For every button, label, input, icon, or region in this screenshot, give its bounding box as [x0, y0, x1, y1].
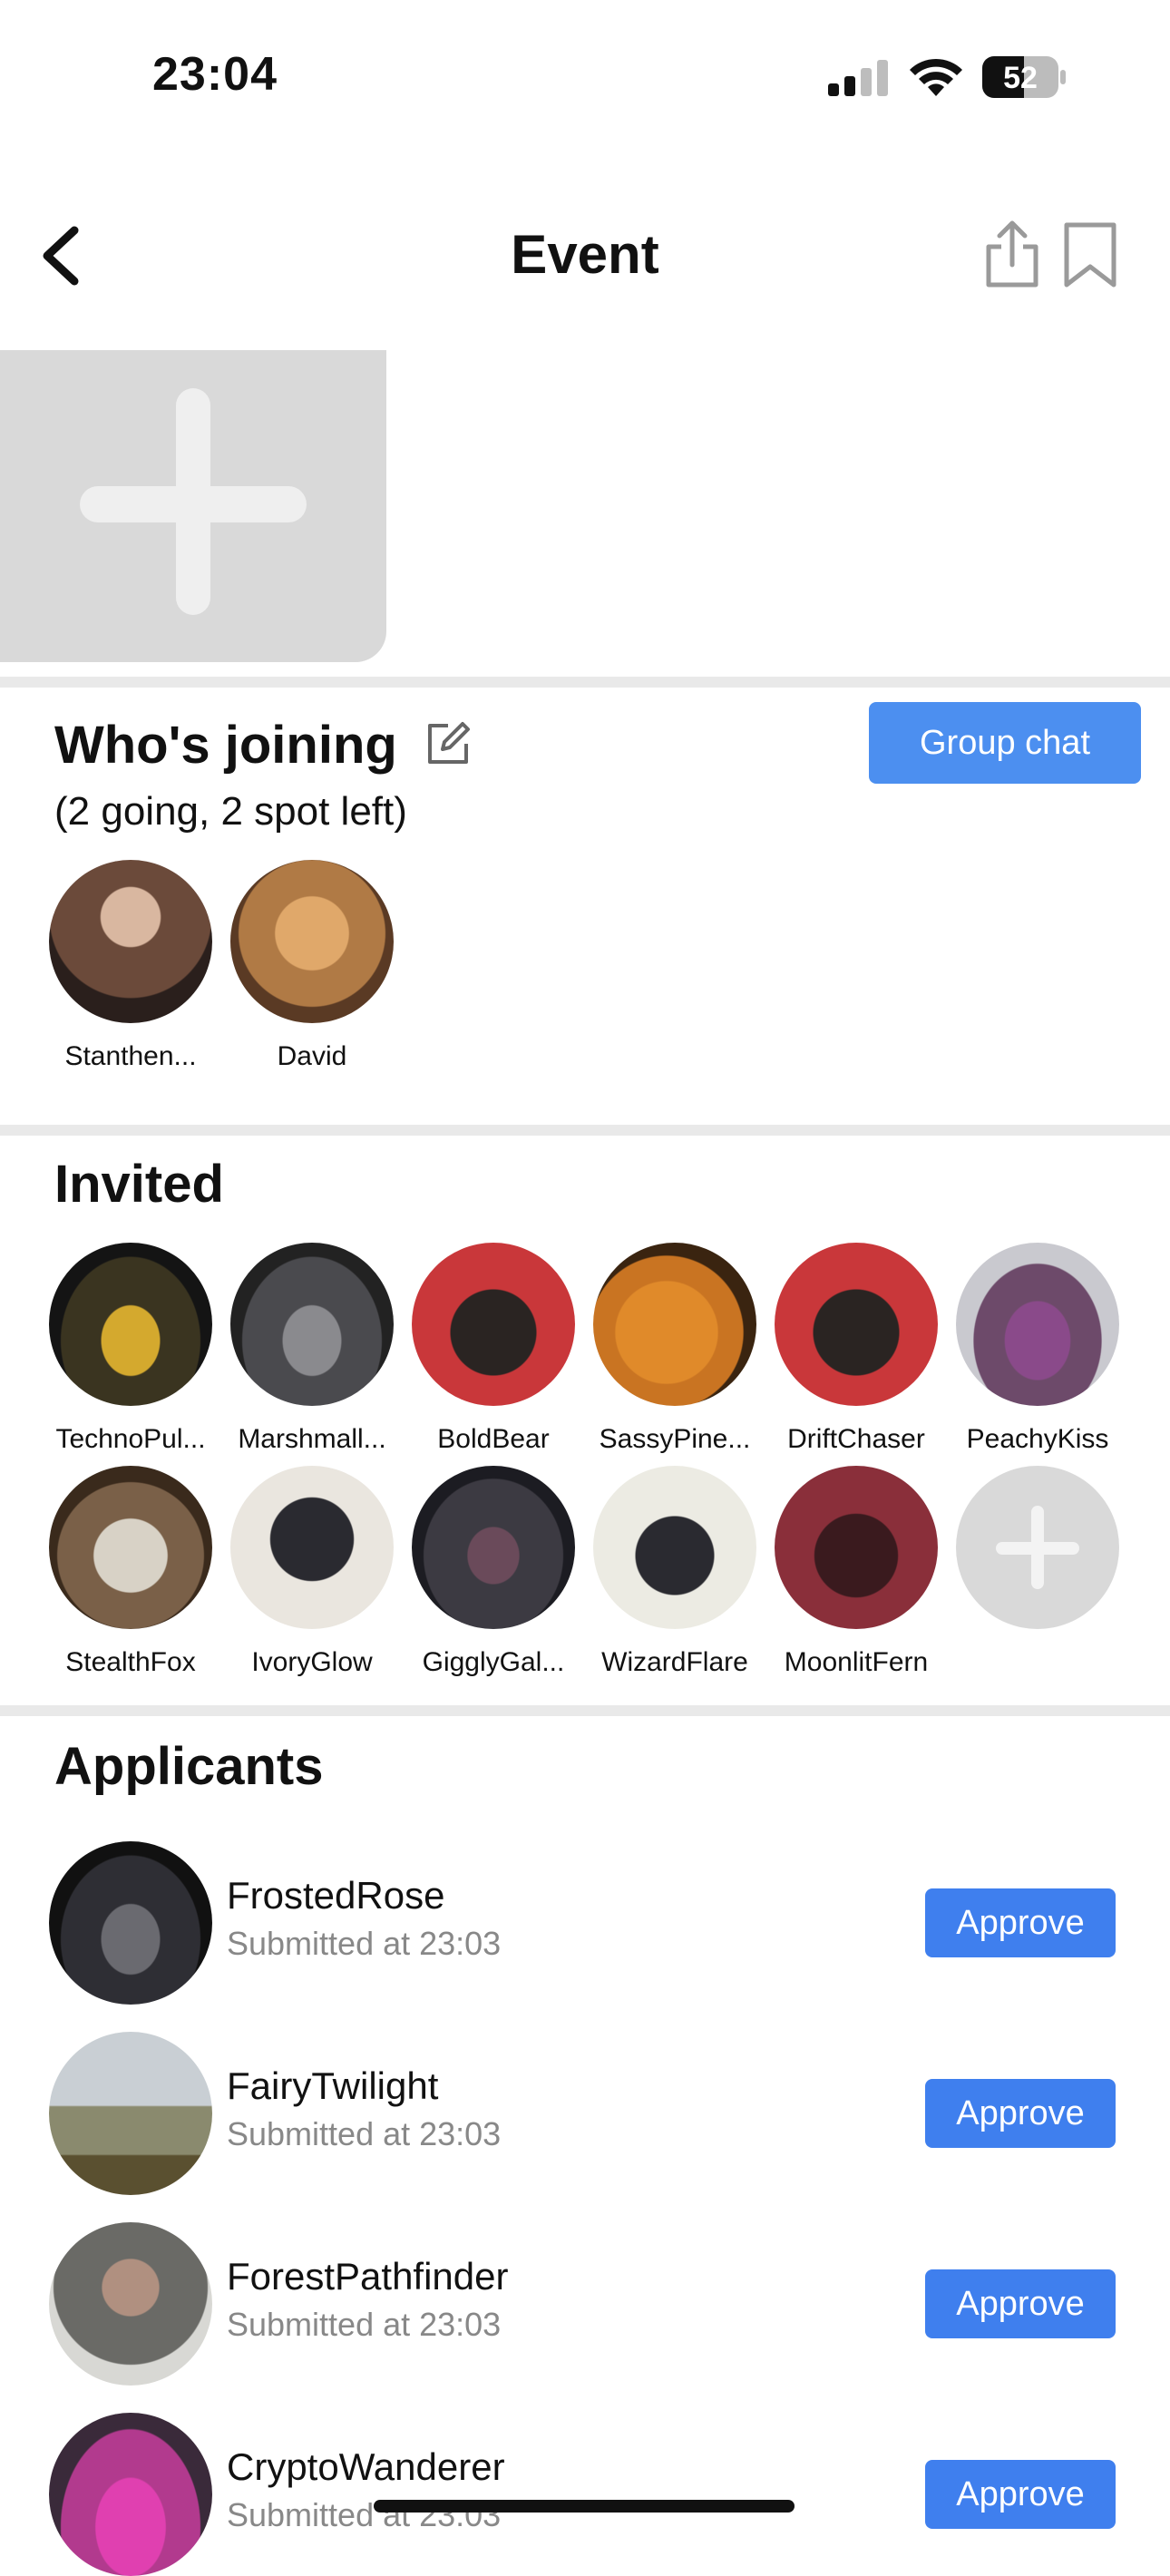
approve-button[interactable]: Approve [925, 2079, 1116, 2148]
applicant-name: CryptoWanderer [227, 2445, 505, 2488]
group-chat-button[interactable]: Group chat [869, 702, 1141, 784]
whos-joining-title: Who's joining [54, 716, 397, 775]
avatar[interactable] [412, 1243, 575, 1406]
cellular-signal-icon [828, 60, 888, 96]
invitee-name: StealthFox [65, 1647, 196, 1677]
status-time: 23:04 [152, 48, 278, 101]
approve-button[interactable]: Approve [925, 1888, 1116, 1957]
section-divider [0, 1125, 1170, 1136]
section-divider [0, 1705, 1170, 1716]
battery-level: 52 [1003, 61, 1038, 95]
applicant-name: FrostedRose [227, 1874, 445, 1917]
avatar[interactable] [49, 1243, 212, 1406]
add-photo-button[interactable] [0, 350, 386, 662]
going-count: (2 going, 2 spot left) [54, 789, 407, 834]
avatar[interactable] [775, 1466, 938, 1629]
submitted-time: Submitted at 23:03 [227, 1925, 502, 1962]
avatar[interactable] [49, 2222, 212, 2386]
avatar[interactable] [49, 1466, 212, 1629]
bookmark-icon[interactable] [1061, 221, 1119, 288]
invitee-name: WizardFlare [601, 1647, 748, 1677]
invitee-name: PeachyKiss [966, 1424, 1109, 1454]
applicant-name: ForestPathfinder [227, 2255, 509, 2298]
avatar[interactable] [49, 1841, 212, 2005]
avatar[interactable] [775, 1243, 938, 1406]
member-name: Stanthen... [64, 1041, 197, 1071]
home-indicator [374, 2500, 795, 2513]
invitee-name: MoonlitFern [784, 1647, 929, 1677]
section-divider [0, 677, 1170, 688]
invitee-name: BoldBear [437, 1424, 550, 1454]
avatar[interactable] [49, 2413, 212, 2576]
submitted-time: Submitted at 23:03 [227, 2306, 502, 2343]
avatar[interactable] [230, 860, 394, 1023]
invitee-name: TechnoPul... [55, 1424, 206, 1454]
avatar[interactable] [230, 1243, 394, 1406]
add-invitee-button[interactable] [956, 1466, 1119, 1629]
avatar[interactable] [593, 1466, 756, 1629]
avatar[interactable] [230, 1466, 394, 1629]
avatar[interactable] [593, 1243, 756, 1406]
invitee-name: IvoryGlow [251, 1647, 373, 1677]
approve-button[interactable]: Approve [925, 2269, 1116, 2338]
battery-icon: 52 [982, 56, 1066, 98]
share-icon[interactable] [983, 220, 1041, 288]
submitted-time: Submitted at 23:03 [227, 2115, 502, 2152]
member-name: David [277, 1041, 347, 1071]
avatar[interactable] [49, 2032, 212, 2195]
approve-button[interactable]: Approve [925, 2460, 1116, 2529]
invitee-name: Marshmall... [238, 1424, 386, 1454]
avatar[interactable] [49, 860, 212, 1023]
invitee-name: DriftChaser [787, 1424, 925, 1454]
invitee-name: SassyPine... [599, 1424, 751, 1454]
avatar[interactable] [412, 1466, 575, 1629]
applicants-title: Applicants [54, 1737, 324, 1796]
avatar[interactable] [956, 1243, 1119, 1406]
edit-icon[interactable] [423, 718, 473, 769]
invited-title: Invited [54, 1155, 224, 1214]
wifi-icon [910, 58, 962, 96]
invitee-name: GigglyGal... [422, 1647, 565, 1677]
applicant-name: FairyTwilight [227, 2064, 439, 2107]
